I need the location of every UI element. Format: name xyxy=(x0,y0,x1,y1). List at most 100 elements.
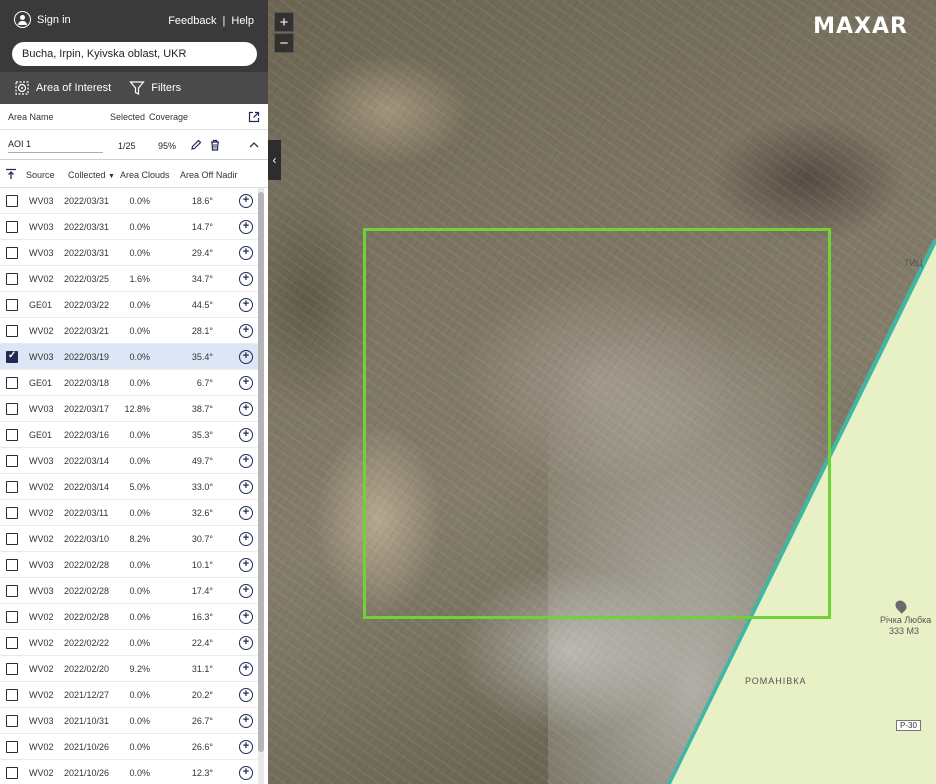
add-to-cart-plus-icon[interactable]: + xyxy=(239,558,253,572)
add-to-cart-plus-icon[interactable]: + xyxy=(239,610,253,624)
feedback-link[interactable]: Feedback xyxy=(168,15,216,27)
row-checkbox[interactable] xyxy=(6,715,18,727)
zoom-in-button[interactable]: + xyxy=(274,12,294,32)
nadir-column-header[interactable]: Area Off Nadir xyxy=(180,170,237,180)
result-row[interactable]: GE01 2022/03/16 0.0% 35.3° + xyxy=(0,422,258,448)
add-to-cart-plus-icon[interactable]: + xyxy=(239,688,253,702)
row-checkbox[interactable] xyxy=(6,481,18,493)
zoom-out-button[interactable]: − xyxy=(274,33,294,53)
result-row[interactable]: WV03 2022/03/19 0.0% 35.4° + xyxy=(0,344,258,370)
result-row[interactable]: WV02 2022/03/14 5.0% 33.0° + xyxy=(0,474,258,500)
aoi-boundary[interactable] xyxy=(363,228,831,619)
row-checkbox[interactable] xyxy=(6,585,18,597)
add-to-cart-plus-icon[interactable]: + xyxy=(239,220,253,234)
result-row[interactable]: WV02 2022/02/28 0.0% 16.3° + xyxy=(0,604,258,630)
add-to-cart-plus-icon[interactable]: + xyxy=(239,298,253,312)
source-column-header[interactable]: Source xyxy=(26,170,55,180)
result-row[interactable]: WV02 2022/03/25 1.6% 34.7° + xyxy=(0,266,258,292)
chevron-up-icon[interactable] xyxy=(248,139,260,151)
result-row[interactable]: WV02 2022/03/21 0.0% 28.1° + xyxy=(0,318,258,344)
location-search-input[interactable] xyxy=(12,42,257,66)
aoi-label: Area of Interest xyxy=(36,82,112,94)
result-row[interactable]: WV03 2022/03/14 0.0% 49.7° + xyxy=(0,448,258,474)
result-row[interactable]: WV02 2021/12/27 0.0% 20.2° + xyxy=(0,682,258,708)
area-of-interest-button[interactable]: Area of Interest xyxy=(14,80,111,96)
trash-icon[interactable] xyxy=(209,139,221,151)
row-checkbox[interactable] xyxy=(6,325,18,337)
add-to-cart-plus-icon[interactable]: + xyxy=(239,272,253,286)
add-to-cart-plus-icon[interactable]: + xyxy=(239,324,253,338)
collected-column-header[interactable]: Collected ▼ xyxy=(68,170,115,180)
result-row[interactable]: WV03 2022/03/17 12.8% 38.7° + xyxy=(0,396,258,422)
scrollbar-thumb[interactable] xyxy=(258,192,264,752)
result-row[interactable]: WV03 2022/03/31 0.0% 14.7° + xyxy=(0,214,258,240)
row-checkbox[interactable] xyxy=(6,611,18,623)
filters-button[interactable]: Filters xyxy=(129,80,181,96)
add-to-cart-plus-icon[interactable]: + xyxy=(239,454,253,468)
add-to-cart-plus-icon[interactable]: + xyxy=(239,584,253,598)
road-sign-p30: P-30 xyxy=(896,720,921,731)
add-to-cart-plus-icon[interactable]: + xyxy=(239,532,253,546)
edit-pencil-icon[interactable] xyxy=(190,139,202,151)
collapse-sidebar-button[interactable]: ‹ xyxy=(268,140,281,180)
result-row[interactable]: WV03 2021/10/31 0.0% 26.7° + xyxy=(0,708,258,734)
result-row[interactable]: WV03 2022/03/31 0.0% 18.6° + xyxy=(0,188,258,214)
add-to-cart-plus-icon[interactable]: + xyxy=(239,714,253,728)
row-area-clouds: 8.2% xyxy=(129,534,150,544)
results-scrollbar[interactable] xyxy=(258,188,264,784)
result-row[interactable]: GE01 2022/03/22 0.0% 44.5° + xyxy=(0,292,258,318)
result-row[interactable]: WV02 2022/03/11 0.0% 32.6° + xyxy=(0,500,258,526)
row-checkbox[interactable] xyxy=(6,299,18,311)
result-row[interactable]: WV03 2022/02/28 0.0% 17.4° + xyxy=(0,578,258,604)
add-to-cart-plus-icon[interactable]: + xyxy=(239,506,253,520)
row-checkbox[interactable] xyxy=(6,377,18,389)
add-to-cart-plus-icon[interactable]: + xyxy=(239,428,253,442)
result-row[interactable]: WV02 2022/02/20 9.2% 31.1° + xyxy=(0,656,258,682)
row-checkbox[interactable] xyxy=(6,221,18,233)
row-checkbox[interactable] xyxy=(6,195,18,207)
row-source: WV03 xyxy=(29,352,54,362)
row-checkbox[interactable] xyxy=(6,247,18,259)
result-row[interactable]: WV02 2022/02/22 0.0% 22.4° + xyxy=(0,630,258,656)
satellite-map[interactable]: + − ‹ MAXAR ТИЦ Річка Любка 333 М3 РОМАН… xyxy=(268,0,936,784)
top-bar: Sign in Feedback | Help xyxy=(0,0,268,72)
result-row[interactable]: WV02 2021/10/26 0.0% 26.6° + xyxy=(0,734,258,760)
add-to-cart-plus-icon[interactable]: + xyxy=(239,662,253,676)
add-to-cart-plus-icon[interactable]: + xyxy=(239,194,253,208)
row-checkbox[interactable] xyxy=(6,689,18,701)
add-to-cart-plus-icon[interactable]: + xyxy=(239,480,253,494)
aoi-row[interactable]: AOI 1 1/25 95% xyxy=(0,130,268,160)
sign-in-link[interactable]: Sign in xyxy=(14,11,71,28)
add-to-cart-plus-icon[interactable]: + xyxy=(239,402,253,416)
aoi-name[interactable]: AOI 1 xyxy=(8,139,103,153)
row-checkbox[interactable] xyxy=(6,455,18,467)
add-to-cart-plus-icon[interactable]: + xyxy=(239,766,253,780)
add-to-cart-plus-icon[interactable]: + xyxy=(239,350,253,364)
result-row[interactable]: WV03 2022/03/31 0.0% 29.4° + xyxy=(0,240,258,266)
result-row[interactable]: WV02 2022/03/10 8.2% 30.7° + xyxy=(0,526,258,552)
row-checkbox[interactable] xyxy=(6,741,18,753)
row-checkbox[interactable] xyxy=(6,533,18,545)
clouds-column-header[interactable]: Area Clouds xyxy=(120,170,170,180)
result-row[interactable]: WV03 2022/02/28 0.0% 10.1° + xyxy=(0,552,258,578)
row-checkbox[interactable] xyxy=(6,403,18,415)
row-source: WV03 xyxy=(29,716,54,726)
add-to-cart-plus-icon[interactable]: + xyxy=(239,740,253,754)
result-row[interactable]: WV02 2021/10/26 0.0% 12.3° + xyxy=(0,760,258,784)
row-collected-date: 2021/12/27 xyxy=(64,690,110,700)
row-checkbox[interactable] xyxy=(6,273,18,285)
add-to-cart-plus-icon[interactable]: + xyxy=(239,636,253,650)
sort-filter-icon[interactable] xyxy=(5,168,17,180)
row-checkbox[interactable] xyxy=(6,507,18,519)
help-link[interactable]: Help xyxy=(231,15,254,27)
external-link-icon[interactable] xyxy=(248,111,260,123)
row-checkbox[interactable] xyxy=(6,559,18,571)
result-row[interactable]: GE01 2022/03/18 0.0% 6.7° + xyxy=(0,370,258,396)
add-to-cart-plus-icon[interactable]: + xyxy=(239,376,253,390)
row-checkbox[interactable] xyxy=(6,429,18,441)
row-checkbox[interactable] xyxy=(6,767,18,779)
row-checkbox[interactable] xyxy=(6,350,18,363)
row-checkbox[interactable] xyxy=(6,637,18,649)
row-checkbox[interactable] xyxy=(6,663,18,675)
add-to-cart-plus-icon[interactable]: + xyxy=(239,246,253,260)
